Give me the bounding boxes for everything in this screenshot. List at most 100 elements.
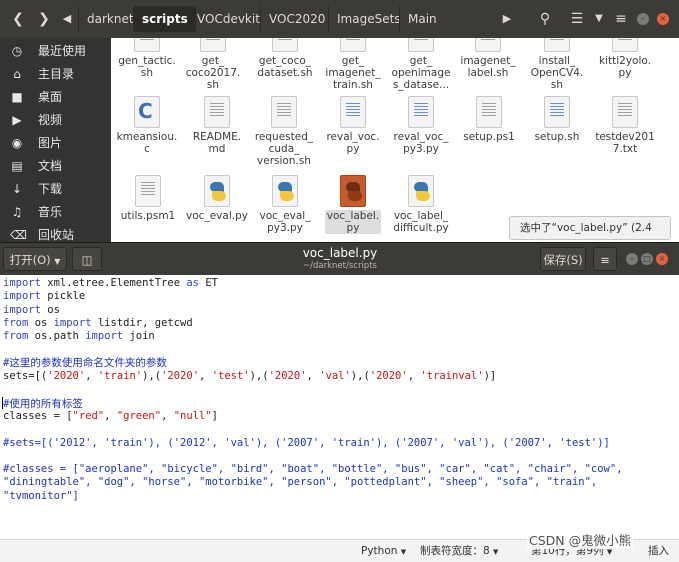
sidebar-item-pictures[interactable]: ◉ 图片 — [0, 132, 111, 155]
open-button[interactable]: 打开(O) ▼ — [3, 247, 67, 271]
chevron-down-icon: ▼ — [493, 548, 499, 556]
text-file-icon — [475, 38, 501, 52]
back-icon[interactable]: ❮ — [6, 5, 30, 33]
text-file-icon — [612, 96, 638, 128]
music-icon: ♫ — [11, 205, 23, 219]
breadcrumb-voc2020[interactable]: VOC2020 — [260, 6, 333, 32]
text-file-icon — [271, 96, 297, 128]
code-line: import xml.etree.ElementTree as ET — [3, 277, 218, 289]
breadcrumb-imagesets[interactable]: ImageSets — [328, 6, 409, 32]
file-name: setup.sh — [534, 131, 580, 143]
tab-width-selector[interactable]: 制表符宽度：8 ▼ — [420, 544, 498, 559]
new-tab-button[interactable]: ◫ — [72, 247, 102, 271]
video-icon: ▶ — [12, 113, 22, 127]
code-line: from os.path import join — [3, 330, 155, 343]
breadcrumb-main[interactable]: Main — [399, 6, 445, 32]
file-name: utils.psm1 — [120, 210, 176, 222]
file-name: requested_ cuda_ version.sh — [254, 131, 314, 167]
save-button[interactable]: 保存(S) — [540, 247, 586, 271]
file-item[interactable]: testdev201 7.txt — [586, 96, 664, 155]
file-name: voc_label_ difficult.py — [393, 210, 449, 234]
home-icon: ⌂ — [13, 67, 21, 81]
code-line: from os import listdir, getcwd — [3, 316, 193, 329]
maximize-icon[interactable]: □ — [641, 253, 653, 265]
file-name: get_ imagenet_ train.sh — [325, 55, 381, 91]
file-item[interactable]: kitti2yolo. py — [586, 38, 664, 79]
sidebar-item-home[interactable]: ⌂ 主目录 — [0, 63, 111, 86]
script-file-icon — [544, 96, 570, 128]
sidebar-item-downloads[interactable]: ↓ 下载 — [0, 178, 111, 201]
text-file-icon — [204, 96, 230, 128]
scroll-right-icon[interactable]: ▶ — [500, 5, 514, 33]
chevron-down-icon: ▼ — [606, 548, 613, 556]
sidebar-item-documents[interactable]: ▤ 文档 — [0, 155, 111, 178]
file-item[interactable]: get_coco_ dataset.sh — [246, 38, 324, 79]
tab-width-label: 制表符宽度：8 — [420, 545, 490, 557]
clock-icon: ◷ — [11, 44, 23, 58]
menu-icon[interactable]: ≡ — [610, 5, 632, 33]
file-name: reval_voc_ py3.py — [393, 131, 449, 155]
python-file-icon — [340, 175, 366, 207]
file-item[interactable]: voc_eval.py — [178, 175, 256, 222]
file-name: kmeansiou. c — [116, 131, 178, 155]
sidebar-item-music[interactable]: ♫ 音乐 — [0, 201, 111, 224]
search-icon[interactable]: ⚲ — [534, 5, 556, 33]
file-item-selected[interactable]: voc_label. py — [314, 175, 392, 235]
file-item[interactable]: utils.psm1 — [111, 175, 187, 222]
forward-icon[interactable]: ❯ — [32, 5, 56, 33]
sidebar-item-label: 视频 — [38, 113, 63, 127]
breadcrumb-vocdevkit[interactable]: VOCdevkit — [188, 6, 268, 32]
menu-button[interactable]: ≡ — [593, 247, 617, 271]
text-file-icon — [612, 38, 638, 52]
document-icon: ▤ — [11, 159, 23, 173]
code-editor[interactable]: import xml.etree.ElementTree as ET import… — [0, 277, 679, 539]
file-item[interactable]: voc_eval_ py3.py — [246, 175, 324, 234]
script-file-icon — [340, 96, 366, 128]
sidebar-item-label: 桌面 — [38, 90, 63, 104]
text-file-icon — [135, 175, 161, 207]
breadcrumb-scripts[interactable]: scripts — [133, 6, 196, 32]
camera-icon: ◉ — [11, 136, 23, 150]
file-item[interactable]: setup.sh — [518, 96, 596, 143]
file-item[interactable]: setup.ps1 — [450, 96, 528, 143]
language-selector[interactable]: Python ▼ — [361, 544, 406, 559]
file-item[interactable]: get_ imagenet_ train.sh — [314, 38, 392, 91]
selection-status: 选中了“voc_label.py” (2.4 KB) — [509, 216, 671, 256]
close-icon[interactable]: × — [656, 253, 668, 265]
sidebar-item-desktop[interactable]: ■ 桌面 — [0, 86, 111, 109]
view-list-icon[interactable]: ☰ — [566, 5, 588, 33]
file-item[interactable]: voc_label_ difficult.py — [382, 175, 460, 234]
minimize-icon[interactable]: – — [637, 13, 649, 25]
file-item[interactable]: imagenet_ label.sh — [449, 38, 527, 79]
editor-headerbar: 打开(O) ▼ ◫ voc_label.py ~/darknet/scripts… — [0, 243, 679, 275]
file-item[interactable]: install_ OpenCV4. sh — [518, 38, 596, 91]
file-item[interactable]: reval_voc_ py3.py — [382, 96, 460, 155]
file-name: setup.ps1 — [463, 131, 515, 143]
file-item[interactable]: Ckmeansiou. c — [111, 96, 186, 155]
file-item[interactable]: get_ coco2017. sh — [174, 38, 252, 91]
menu-icon: ≡ — [600, 253, 610, 267]
sidebar-item-recent[interactable]: ◷ 最近使用 — [0, 40, 111, 63]
view-options-icon[interactable]: ▼ — [592, 5, 606, 33]
minimize-icon[interactable]: – — [626, 253, 638, 265]
file-name: get_coco_ dataset.sh — [257, 55, 313, 79]
file-manager-window: ❮ ❯ ◀ darknet scripts VOCdevkit VOC2020 … — [0, 0, 679, 256]
python-file-icon — [408, 175, 434, 207]
text-file-icon — [476, 96, 502, 128]
file-item[interactable]: requested_ cuda_ version.sh — [245, 96, 323, 167]
code-line: classes = ["red", "green", "null"] — [3, 409, 218, 422]
breadcrumb-darknet[interactable]: darknet — [78, 6, 142, 32]
text-file-icon — [408, 38, 434, 52]
code-line: #classes = ["aeroplane", "bicycle", "bir… — [3, 463, 623, 476]
close-icon[interactable]: × — [657, 13, 669, 25]
file-item[interactable]: reval_voc. py — [314, 96, 392, 155]
scroll-left-icon[interactable]: ◀ — [60, 5, 74, 33]
sidebar-item-label: 图片 — [38, 136, 63, 150]
sidebar-item-videos[interactable]: ▶ 视频 — [0, 109, 111, 132]
sidebar-item-label: 下载 — [38, 182, 63, 196]
text-file-icon — [340, 38, 366, 52]
code-line: "diningtable", "dog", "horse", "motorbik… — [3, 476, 598, 489]
